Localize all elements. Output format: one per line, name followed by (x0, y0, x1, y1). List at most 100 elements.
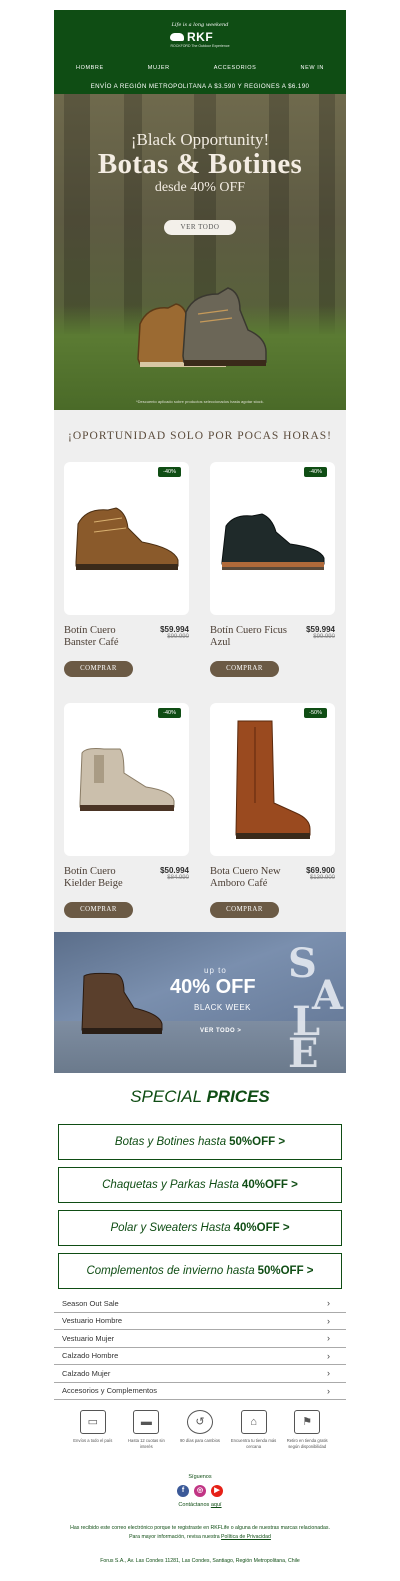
product-old-price: $139.900 (309, 875, 335, 881)
category-label: Vestuario Hombre (62, 1316, 123, 1326)
logo-tagline: Life is a long weekend (171, 22, 229, 28)
follow-us-label: Síguenos (188, 1474, 212, 1480)
promo-winter-accessories[interactable]: Complementos de invierno hasta 50%OFF > (58, 1253, 342, 1289)
credit-card-icon: ▬ (133, 1410, 160, 1434)
benefit-text: 90 días para cambios (179, 1438, 220, 1443)
boot-image (79, 748, 175, 811)
logo[interactable]: RKF (170, 30, 213, 44)
product-name[interactable]: Botín Cuero Ficus Azul (210, 625, 295, 659)
brand-name: RKF (187, 30, 214, 44)
email-container: Life is a long weekend RKF ROCKFORD The … (54, 10, 346, 1564)
benefit-text: Envíos a todo el país (73, 1438, 113, 1443)
boot-image (75, 507, 179, 570)
return-90-icon: ↺ (186, 1410, 213, 1434)
category-label: Calzado Hombre (62, 1351, 119, 1361)
hero-title: Botas & Botines (97, 148, 303, 180)
benefit-shipping[interactable]: ▭ Envíos a todo el país (69, 1410, 117, 1450)
main-nav: HOMBRE MUJER ACCESORIOS NEW IN (54, 65, 346, 71)
black-week-banner[interactable]: up to 40% OFF BLACK WEEK VER TODO > S A … (54, 932, 346, 1073)
category-label: Vestuario Mujer (62, 1333, 115, 1343)
privacy-policy-link[interactable]: Política de Privacidad (221, 1534, 271, 1540)
chevron-right-icon: › (327, 1368, 330, 1379)
contact-prefix: Contáctanos (178, 1502, 210, 1508)
buy-button[interactable]: COMPRAR (210, 902, 279, 918)
product-name[interactable]: Bota Cuero New Amboro Café (210, 866, 295, 900)
category-accesorios[interactable]: Accesorios y Complementos › (54, 1383, 346, 1400)
hero-disclaimer: *Descuento aplicado sobre productos sele… (136, 399, 264, 404)
chevron-right-icon: › (327, 1333, 330, 1344)
sale-boot-image (81, 972, 163, 1034)
benefit-installments[interactable]: ▬ Hasta 12 cuotas sin interés (122, 1410, 170, 1450)
promo-jackets[interactable]: Chaquetas y Parkas Hasta 40%OFF > (58, 1167, 342, 1203)
product-price: $69.900 (306, 866, 335, 875)
benefit-pickup[interactable]: ⚑ Retiro en tienda gratis según disponib… (283, 1410, 331, 1450)
category-season-out-sale[interactable]: Season Out Sale › (54, 1295, 346, 1313)
promo-text: Chaquetas y Parkas Hasta (102, 1179, 239, 1191)
category-label: Calzado Mujer (62, 1368, 111, 1378)
promo-sweaters[interactable]: Polar y Sweaters Hasta 40%OFF > (58, 1210, 342, 1246)
legal-line-2: Para mayor información, revisa nuestra (129, 1534, 220, 1540)
category-list: Season Out Sale › Vestuario Hombre › Ves… (54, 1295, 346, 1400)
product-image[interactable]: -40% (64, 703, 189, 856)
sale-cta[interactable]: VER TODO > (200, 1028, 241, 1034)
product-price: $59.994 (306, 625, 335, 634)
company-address: Forus S.A., Av. Las Condes 11281, Las Co… (100, 1558, 300, 1564)
category-vestuario-hombre[interactable]: Vestuario Hombre › (54, 1313, 346, 1330)
product-grid: -40% Botín Cuero Banster Café $59.994 $9… (54, 462, 346, 918)
nav-hombre[interactable]: HOMBRE (76, 65, 104, 71)
product-card: -40% Botín Cuero Kielder Beige $50.994 $… (64, 703, 189, 918)
discount-badge: -40% (158, 467, 181, 477)
promo-text: Botas y Botines hasta (114, 1136, 227, 1148)
product-image[interactable]: -40% (64, 462, 189, 615)
contact-link[interactable]: aquí (211, 1502, 222, 1508)
buy-button[interactable]: COMPRAR (64, 902, 133, 918)
category-calzado-mujer[interactable]: Calzado Mujer › (54, 1365, 346, 1383)
category-label: Season Out Sale (62, 1298, 119, 1308)
products-section: ¡OPORTUNIDAD SOLO POR POCAS HORAS! -40% … (54, 410, 346, 932)
product-old-price: $84.990 (167, 875, 189, 881)
header: Life is a long weekend RKF ROCKFORD The … (54, 10, 346, 94)
buy-button[interactable]: COMPRAR (210, 661, 279, 677)
category-vestuario-mujer[interactable]: Vestuario Mujer › (54, 1330, 346, 1348)
nav-mujer[interactable]: MUJER (148, 65, 170, 71)
product-old-price: $99.990 (313, 634, 335, 640)
discount-badge: -40% (304, 467, 327, 477)
promo-list: Botas y Botines hasta 50%OFF > Chaquetas… (54, 1124, 346, 1289)
hero-banner[interactable]: ¡Black Opportunity! Botas & Botines desd… (54, 94, 346, 410)
special-prices-title: SPECIAL PRICES (54, 1087, 346, 1117)
facebook-icon[interactable]: f (177, 1485, 189, 1497)
product-name[interactable]: Botín Cuero Kielder Beige (64, 866, 149, 900)
discount-badge: -50% (304, 708, 327, 718)
product-name[interactable]: Botín Cuero Banster Café (64, 625, 149, 659)
benefit-text: Encuentra tu tienda más cercana (230, 1438, 277, 1449)
promo-discount: 50%OFF > (229, 1136, 286, 1148)
instagram-icon[interactable]: ◎ (194, 1485, 206, 1497)
promo-text: Complementos de invierno hasta (86, 1265, 255, 1277)
legal-line-1: Has recibido este correo electrónico por… (70, 1525, 330, 1531)
discount-badge: -40% (158, 708, 181, 718)
chevron-right-icon: › (327, 1298, 330, 1309)
buy-button[interactable]: COMPRAR (64, 661, 133, 677)
social-links: f ◎ ▶ (54, 1485, 346, 1497)
shipping-banner: ENVÍO A REGIÓN METROPOLITANA A $3.590 Y … (90, 83, 310, 90)
benefits-row: ▭ Envíos a todo el país ▬ Hasta 12 cuota… (54, 1400, 346, 1450)
category-calzado-hombre[interactable]: Calzado Hombre › (54, 1348, 346, 1365)
nav-accesorios[interactable]: ACCESORIOS (214, 65, 257, 71)
product-card: -40% Botín Cuero Banster Café $59.994 $9… (64, 462, 189, 677)
youtube-icon[interactable]: ▶ (211, 1485, 223, 1497)
product-image[interactable]: -40% (210, 462, 335, 615)
promo-discount: 40%OFF > (241, 1179, 298, 1191)
pickup-bag-icon: ⚑ (294, 1410, 321, 1434)
promo-boots[interactable]: Botas y Botines hasta 50%OFF > (58, 1124, 342, 1160)
product-image[interactable]: -50% (210, 703, 335, 856)
benefit-returns[interactable]: ↺ 90 días para cambios (176, 1410, 224, 1450)
benefit-text: Retiro en tienda gratis según disponibil… (286, 1438, 328, 1449)
sale-letter: E (288, 1030, 319, 1073)
benefit-store-locator[interactable]: ⌂ Encuentra tu tienda más cercana (230, 1410, 278, 1450)
nav-new-in[interactable]: NEW IN (301, 65, 324, 71)
legal-text: Has recibido este correo electrónico por… (54, 1524, 346, 1542)
hero-cta-button[interactable]: VER TODO (164, 220, 236, 235)
product-old-price: $99.990 (167, 634, 189, 640)
sale-discount: 40% OFF (170, 976, 256, 998)
logo-subtitle: ROCKFORD The Outdoor Experience (170, 44, 230, 48)
